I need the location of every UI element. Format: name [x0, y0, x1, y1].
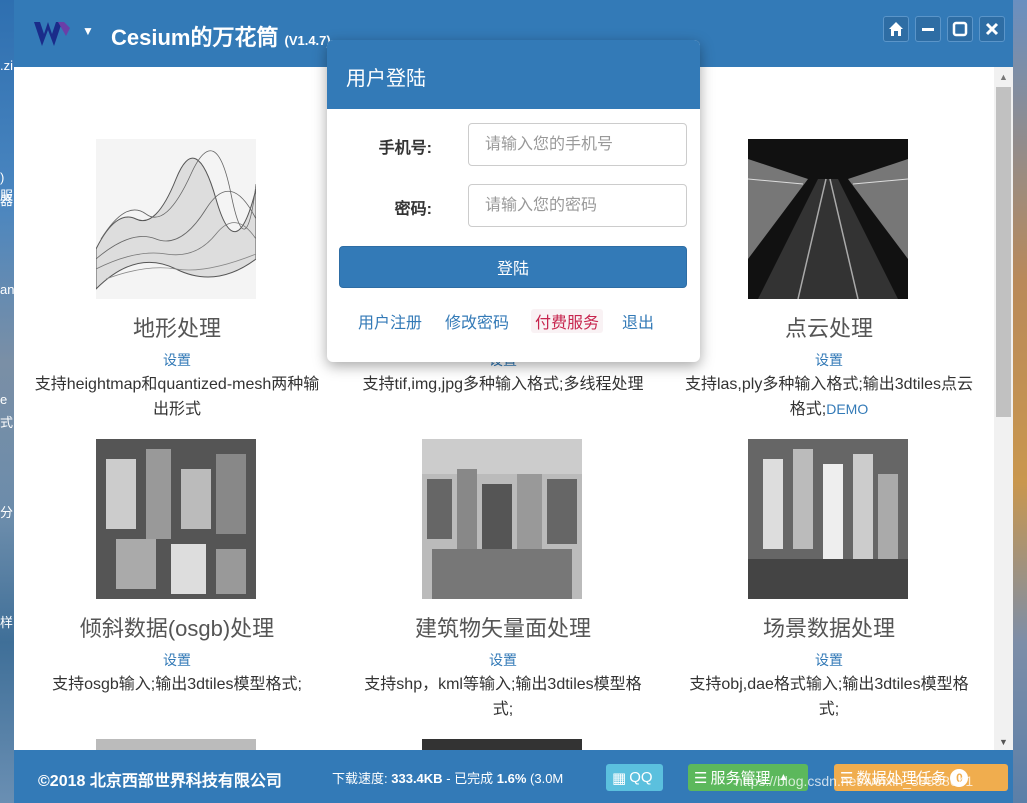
point-cloud-thumbnail [748, 139, 908, 299]
desktop-icon-label: 器 [0, 193, 14, 208]
home-button[interactable] [883, 16, 909, 42]
close-icon [985, 22, 999, 36]
list-icon: ☰ [694, 769, 708, 787]
demo-link[interactable]: DEMO [826, 401, 868, 417]
card-title: 点云处理 [784, 316, 873, 341]
desktop-icon-label: 分 [0, 505, 14, 520]
logout-link[interactable]: 退出 [622, 309, 654, 333]
qq-button[interactable]: ▦ QQ [606, 764, 663, 791]
modal-title: 用户登陆 [327, 40, 700, 109]
card-title: 倾斜数据(osgb)处理 [79, 616, 275, 641]
app-version: (V1.4.7) [284, 33, 331, 48]
restore-icon [952, 21, 968, 37]
card-description: 支持obj,dae格式输入;输出3dtiles模型格式; [689, 676, 969, 718]
copyright-text: ©2018 北京西部世界科技有限公司 [38, 773, 282, 790]
password-label: 密码: [394, 201, 432, 218]
register-link[interactable]: 用户注册 [358, 309, 422, 333]
desktop-left-edge: .zi )服 器 an e 式 分 样 [0, 0, 14, 803]
card-description: 支持osgb输入;输出3dtiles模型格式; [52, 676, 302, 693]
close-button[interactable] [979, 16, 1005, 42]
scroll-down-icon[interactable]: ▼ [999, 737, 1008, 747]
phone-input[interactable] [468, 123, 687, 166]
download-speed: 333.4KB [391, 771, 443, 786]
desktop-icon-label: e [0, 392, 8, 407]
settings-link[interactable]: 设置 [14, 650, 340, 670]
card-title: 地形处理 [132, 316, 221, 341]
password-input[interactable] [468, 184, 687, 227]
menu-caret-icon[interactable]: ▼ [82, 24, 94, 38]
settings-link[interactable]: 设置 [340, 650, 666, 670]
settings-link[interactable]: 设置 [666, 650, 992, 670]
change-password-link[interactable]: 修改密码 [445, 309, 509, 333]
card-description: 支持shp，kml等输入;输出3dtiles模型格式; [364, 676, 642, 718]
progress-extra: (3.0M [530, 771, 564, 786]
scrollbar-thumb[interactable] [996, 87, 1011, 417]
watermark-text: https://blog.csdn.net/weixin_38898641 [735, 773, 974, 789]
desktop-icon-label: 样 [0, 615, 14, 630]
oblique-thumbnail [96, 439, 256, 599]
download-status: 下载速度: 333.4KB - 已完成 1.6% (3.0M [332, 768, 563, 787]
progress-label: - 已完成 [446, 771, 494, 786]
app-title: Cesium的万花筒 (V1.4.7) [111, 20, 331, 52]
progress-percent: 1.6% [496, 771, 527, 786]
download-label: 下载速度: [332, 771, 388, 786]
restore-button[interactable] [947, 16, 973, 42]
card-description: 支持tif,img,jpg多种输入格式;多线程处理 [362, 376, 644, 393]
card-description: 支持heightmap和quantized-mesh两种输出形式 [34, 376, 320, 418]
settings-link[interactable]: 设置 [14, 350, 340, 370]
desktop-icon-label: an [0, 282, 15, 297]
scroll-up-icon[interactable]: ▲ [999, 72, 1008, 82]
desktop-icon-label: 式 [0, 415, 14, 430]
login-modal: 用户登陆 手机号: 密码: 登陆 用户注册 修改密码 付费服务 退出 [327, 40, 700, 362]
qr-code-icon: ▦ [612, 769, 627, 787]
building-thumbnail [422, 439, 582, 599]
card-description: 支持las,ply多种输入格式;输出3dtiles点云格式;DEMO [682, 372, 976, 422]
paid-service-link[interactable]: 付费服务 [531, 309, 604, 333]
card-title: 场景数据处理 [762, 616, 895, 641]
card-title: 建筑物矢量面处理 [414, 616, 591, 641]
qq-label: QQ [629, 769, 653, 786]
home-icon [889, 22, 903, 36]
app-title-text: Cesium的万花筒 [111, 25, 279, 50]
thumbnail-partial [96, 739, 256, 750]
phone-label: 手机号: [378, 140, 432, 157]
minimize-button[interactable] [915, 16, 941, 42]
scene-thumbnail [748, 439, 908, 599]
settings-link[interactable]: 设置 [666, 350, 992, 370]
vertical-scrollbar[interactable]: ▲ ▼ [994, 67, 1013, 750]
terrain-thumbnail [96, 139, 256, 299]
login-button[interactable]: 登陆 [339, 246, 687, 288]
minimize-icon [922, 28, 934, 31]
desktop-icon-label: .zi [0, 58, 13, 73]
desktop-right-edge [1013, 0, 1027, 803]
thumbnail-partial [422, 739, 582, 750]
app-logo-icon[interactable] [32, 18, 72, 50]
